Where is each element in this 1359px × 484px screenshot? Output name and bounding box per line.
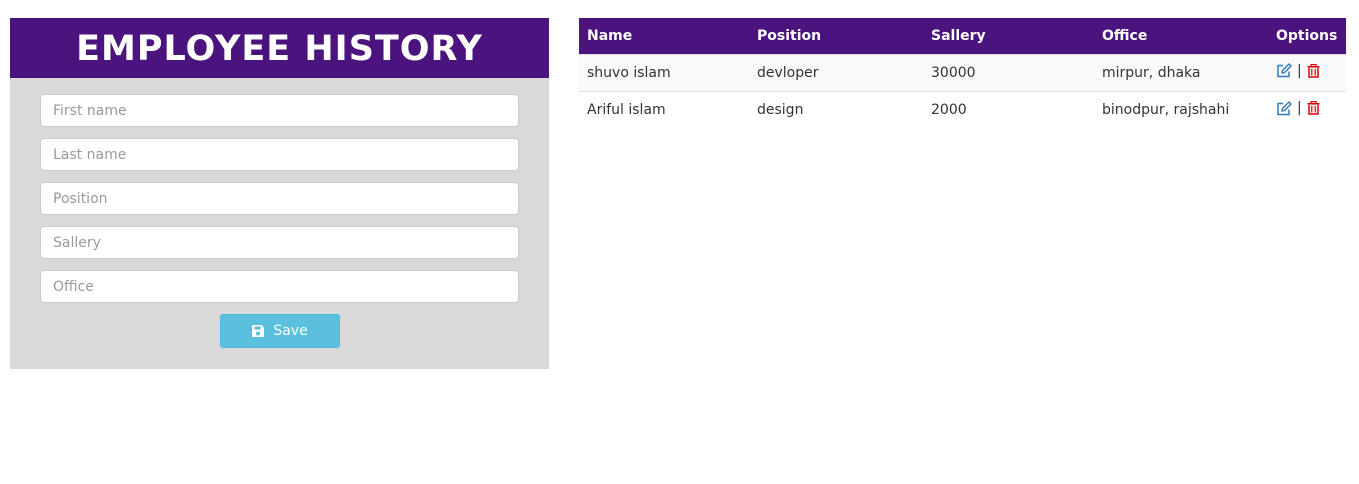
- options-separator: |: [1297, 62, 1302, 79]
- cell-name: shuvo islam: [579, 53, 749, 91]
- cell-office: binodpur, rajshahi: [1094, 90, 1268, 128]
- cell-sallery: 30000: [923, 53, 1094, 91]
- table-header-row: Name Position Sallery Office Options: [579, 18, 1346, 54]
- employee-table-panel: Name Position Sallery Office Options shu…: [579, 18, 1346, 128]
- trash-icon[interactable]: [1307, 63, 1320, 78]
- office-field[interactable]: [40, 270, 519, 303]
- edit-icon[interactable]: [1276, 100, 1292, 116]
- position-field[interactable]: [40, 182, 519, 215]
- cell-position: devloper: [749, 53, 923, 91]
- cell-options: |: [1268, 90, 1346, 128]
- cell-office: mirpur, dhaka: [1094, 53, 1268, 91]
- save-label: Save: [273, 323, 308, 339]
- last-name-field[interactable]: [40, 138, 519, 171]
- header-name: Name: [587, 27, 633, 44]
- header-office: Office: [1102, 27, 1148, 44]
- cell-sallery: 2000: [923, 90, 1094, 128]
- header-sallery: Sallery: [931, 27, 986, 44]
- header-options: Options: [1276, 27, 1338, 44]
- save-row: Save: [40, 314, 519, 348]
- cell-options: |: [1268, 53, 1346, 91]
- first-name-field[interactable]: [40, 94, 519, 127]
- trash-icon[interactable]: [1307, 101, 1320, 115]
- table-row: Ariful islam design 2000 binodpur, rajsh…: [579, 90, 1346, 128]
- form-body: Save: [10, 78, 549, 348]
- options-separator: |: [1297, 100, 1302, 116]
- cell-position: design: [749, 90, 923, 128]
- edit-icon[interactable]: [1276, 63, 1292, 78]
- form-title: EMPLOYEE HISTORY: [10, 18, 549, 78]
- save-button[interactable]: Save: [219, 314, 340, 348]
- floppy-disk-icon: [251, 324, 265, 338]
- employee-table: Name Position Sallery Office Options shu…: [579, 18, 1346, 128]
- sallery-field[interactable]: [40, 226, 519, 259]
- table-row: shuvo islam devloper 30000 mirpur, dhaka…: [579, 53, 1346, 91]
- employee-form-panel: EMPLOYEE HISTORY Save: [10, 18, 549, 369]
- cell-name: Ariful islam: [579, 90, 749, 128]
- header-position: Position: [757, 27, 822, 44]
